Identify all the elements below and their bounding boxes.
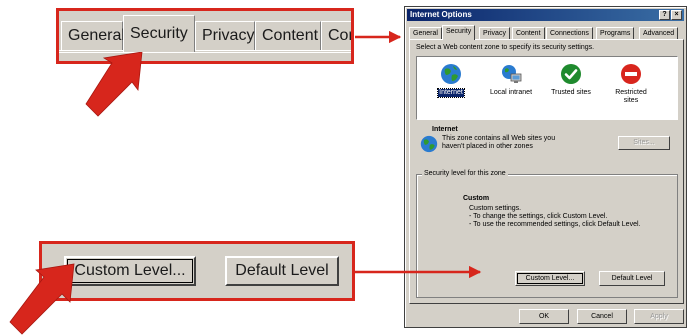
help-button[interactable]: ? — [659, 10, 670, 20]
restricted-icon — [621, 64, 641, 84]
title-bar[interactable]: Internet Options ? × — [407, 9, 684, 21]
tab-programs[interactable]: Programs — [596, 27, 635, 39]
sites-button[interactable]: Sites... — [618, 136, 670, 150]
security-level-title: Custom — [463, 195, 490, 202]
intranet-icon — [502, 65, 522, 83]
globe-icon — [420, 135, 438, 153]
zone-instruction: Select a Web content zone to specify its… — [416, 44, 595, 51]
tab-connections[interactable]: Connections — [546, 27, 593, 39]
zoom-tab-general[interactable]: General — [61, 21, 125, 50]
close-icon: × — [674, 11, 679, 18]
zoom-custom-level-button[interactable]: Custom Level... — [64, 256, 196, 286]
zoomed-buttons-callout: Custom Level... Default Level — [39, 241, 355, 301]
zone-local-intranet[interactable]: Local intranet — [483, 63, 539, 97]
window-title: Internet Options — [410, 10, 472, 19]
zone-info: Internet This zone contains all Web site… — [416, 126, 678, 166]
tab-content[interactable]: Content — [512, 27, 545, 39]
tab-security[interactable]: Security — [442, 25, 476, 40]
security-level-legend: Security level for this zone — [422, 170, 508, 177]
security-level-description: Custom settings. - To change the setting… — [469, 205, 641, 228]
security-tab-panel: Select a Web content zone to specify its… — [409, 39, 684, 304]
security-level-group: Security level for this zone Custom Cust… — [416, 170, 678, 298]
custom-level-button[interactable]: Custom Level... — [515, 271, 585, 286]
zoom-tab-content[interactable]: Content — [255, 21, 321, 50]
default-level-button[interactable]: Default Level — [599, 271, 665, 286]
checkmark-icon — [561, 64, 581, 84]
zone-trusted-sites[interactable]: Trusted sites — [543, 63, 599, 97]
internet-options-dialog: Internet Options ? × General Security Pr… — [404, 6, 687, 328]
zoomed-tabs-callout: General Security Privacy Content Conn — [56, 8, 354, 64]
tab-strip: General Security Privacy Content Connect… — [409, 25, 682, 40]
zoom-tab-connections[interactable]: Conn — [321, 21, 351, 50]
tab-privacy[interactable]: Privacy — [479, 27, 510, 39]
zone-info-title: Internet — [432, 126, 458, 133]
apply-button[interactable]: Apply — [634, 309, 684, 324]
tab-general[interactable]: General — [409, 27, 442, 39]
cancel-button[interactable]: Cancel — [577, 309, 627, 324]
tab-advanced[interactable]: Advanced — [639, 27, 679, 39]
zone-restricted-sites[interactable]: Restricted sites — [603, 63, 659, 105]
ok-button[interactable]: OK — [519, 309, 569, 324]
zone-list: Internet Local intranet Trusted sites Re… — [416, 56, 678, 120]
globe-icon — [441, 64, 461, 84]
zoom-default-level-button[interactable]: Default Level — [225, 256, 339, 286]
zoom-tab-security[interactable]: Security — [123, 15, 195, 52]
zone-info-description: This zone contains all Web sites you hav… — [442, 135, 556, 150]
close-button[interactable]: × — [671, 10, 682, 20]
help-icon: ? — [662, 11, 667, 18]
zoom-tab-privacy[interactable]: Privacy — [195, 21, 255, 50]
zone-internet[interactable]: Internet — [423, 63, 479, 98]
